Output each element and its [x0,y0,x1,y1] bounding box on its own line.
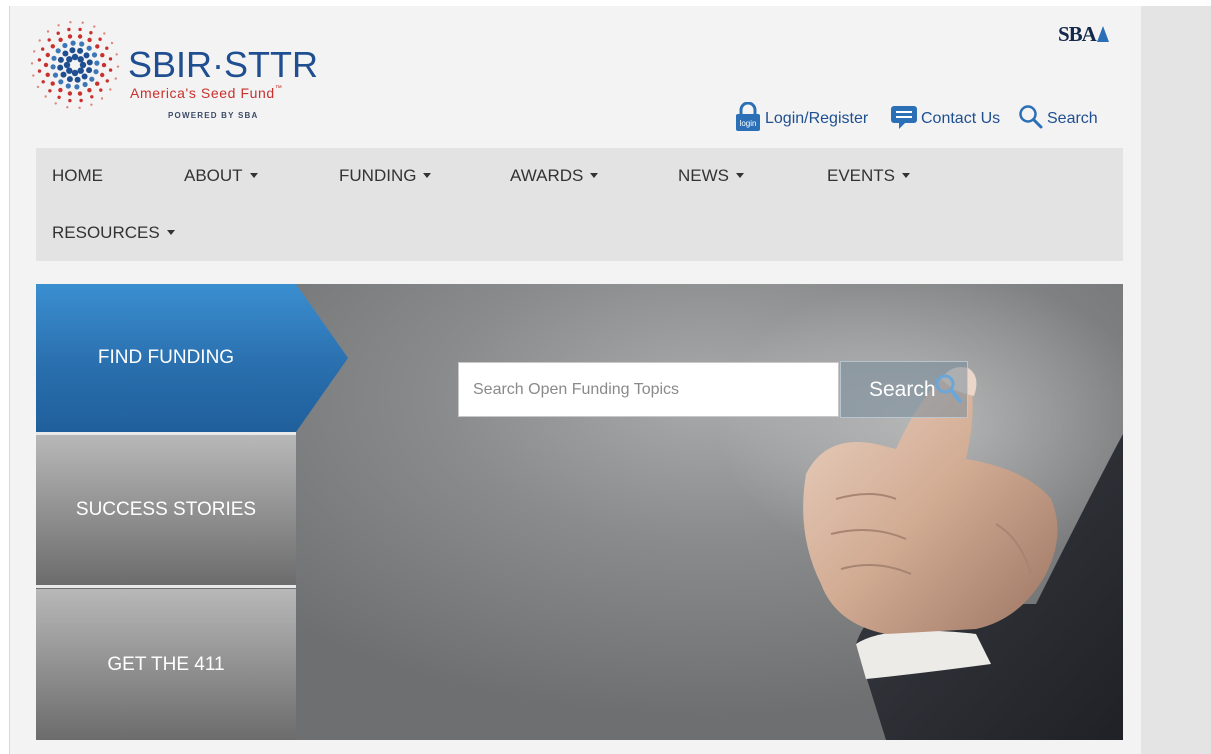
caret-down-icon [736,173,744,178]
sba-triangle-icon [1096,26,1109,42]
chat-bubble-icon [890,104,918,135]
contact-us-label: Contact Us [921,110,1001,127]
funding-search-button-label: Search [869,377,936,401]
search-icon [1018,104,1044,135]
caret-down-icon [423,173,432,178]
login-register-link[interactable]: login Login/Register [734,101,869,137]
header-search-link[interactable]: Search [1018,104,1098,134]
funding-search-button[interactable]: Search [840,361,968,418]
nav-item-news[interactable]: NEWS [678,166,744,186]
nav-item-resources[interactable]: RESOURCES [52,223,175,243]
active-tab-arrow [296,284,348,432]
nav-item-about[interactable]: ABOUT [184,166,258,186]
tab-get-the-411[interactable]: GET THE 411 [36,589,296,740]
sbir-sttr-logo[interactable]: SBIR·STTR America's Seed Fund™ POWERED B… [28,10,318,125]
hero-banner: FIND FUNDING SUCCESS STORIES GET THE 411… [36,284,1123,740]
contact-us-link[interactable]: Contact Us [890,104,1000,134]
logo-title: SBIR·STTR [128,44,319,85]
logo-powered-by: POWERED BY SBA [168,111,259,120]
main-nav: HOME ABOUT FUNDING AWARDS NEWS EVENTS RE… [36,148,1123,261]
caret-down-icon [590,173,599,178]
login-register-label: Login/Register [765,110,869,127]
tab-divider [36,585,296,588]
lock-icon: login [734,101,762,137]
right-gutter [1141,6,1211,754]
caret-down-icon [249,173,258,178]
search-icon [935,374,962,403]
sba-logo[interactable]: SBA [1058,22,1109,47]
tab-find-funding[interactable]: FIND FUNDING [36,284,296,432]
nav-item-events[interactable]: EVENTS [827,166,911,186]
caret-down-icon [166,230,175,235]
caret-down-icon [902,173,911,178]
header-search-label: Search [1047,110,1098,127]
nav-item-funding[interactable]: FUNDING [339,166,432,186]
svg-text:login: login [740,119,757,128]
seed-dots-icon [30,21,120,110]
logo-tagline: America's Seed Fund™ [130,85,283,101]
nav-item-awards[interactable]: AWARDS [510,166,599,186]
funding-search-input[interactable] [458,362,839,417]
tab-success-stories[interactable]: SUCCESS STORIES [36,435,296,585]
nav-item-home[interactable]: HOME [52,166,103,186]
